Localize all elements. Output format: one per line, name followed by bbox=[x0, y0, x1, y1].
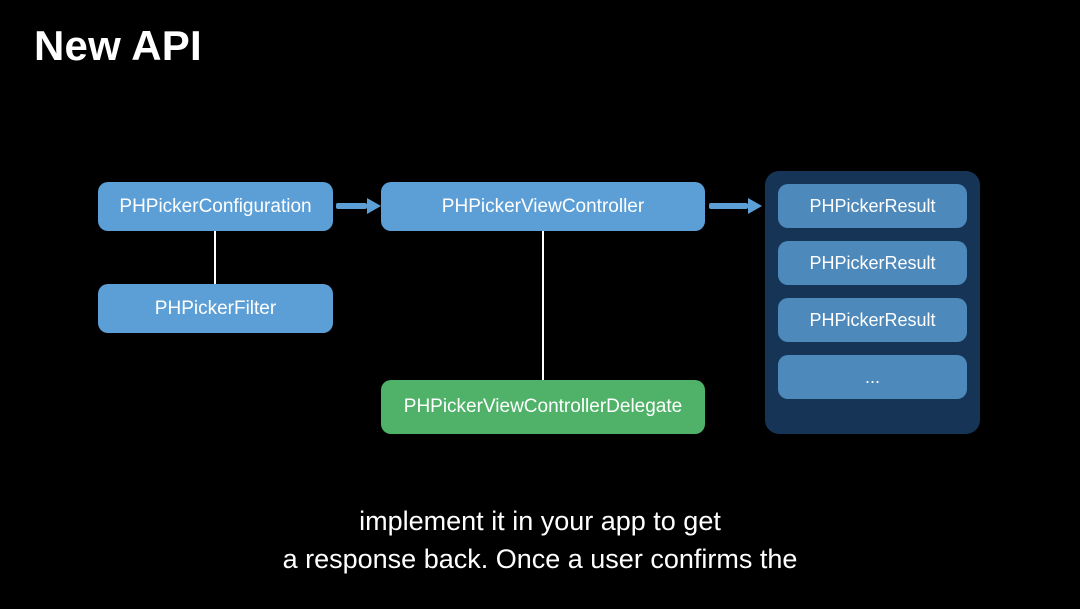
box-phpicker-viewcontroller: PHPickerViewController bbox=[381, 182, 705, 231]
arrow-head-icon bbox=[367, 198, 381, 214]
box-phpicker-configuration: PHPickerConfiguration bbox=[98, 182, 333, 231]
box-phpicker-result: PHPickerResult bbox=[778, 241, 967, 285]
arrow-head-icon bbox=[748, 198, 762, 214]
connector-config-to-filter bbox=[214, 231, 216, 284]
arrow-controller-to-results bbox=[709, 198, 762, 214]
caption-line-1: implement it in your app to get bbox=[0, 503, 1080, 541]
box-phpicker-delegate: PHPickerViewControllerDelegate bbox=[381, 380, 705, 434]
arrow-config-to-controller bbox=[336, 198, 381, 214]
box-phpicker-result-more: ... bbox=[778, 355, 967, 399]
arrow-line bbox=[709, 203, 748, 209]
connector-controller-to-delegate bbox=[542, 231, 544, 380]
caption-line-2: a response back. Once a user confirms th… bbox=[0, 541, 1080, 579]
box-phpicker-result: PHPickerResult bbox=[778, 298, 967, 342]
subtitle-caption: implement it in your app to get a respon… bbox=[0, 503, 1080, 579]
box-phpicker-result: PHPickerResult bbox=[778, 184, 967, 228]
results-container: PHPickerResult PHPickerResult PHPickerRe… bbox=[765, 171, 980, 434]
slide-stage: New API PHPickerConfiguration PHPickerFi… bbox=[0, 0, 1080, 609]
slide-title: New API bbox=[34, 22, 202, 70]
box-phpicker-filter: PHPickerFilter bbox=[98, 284, 333, 333]
arrow-line bbox=[336, 203, 367, 209]
